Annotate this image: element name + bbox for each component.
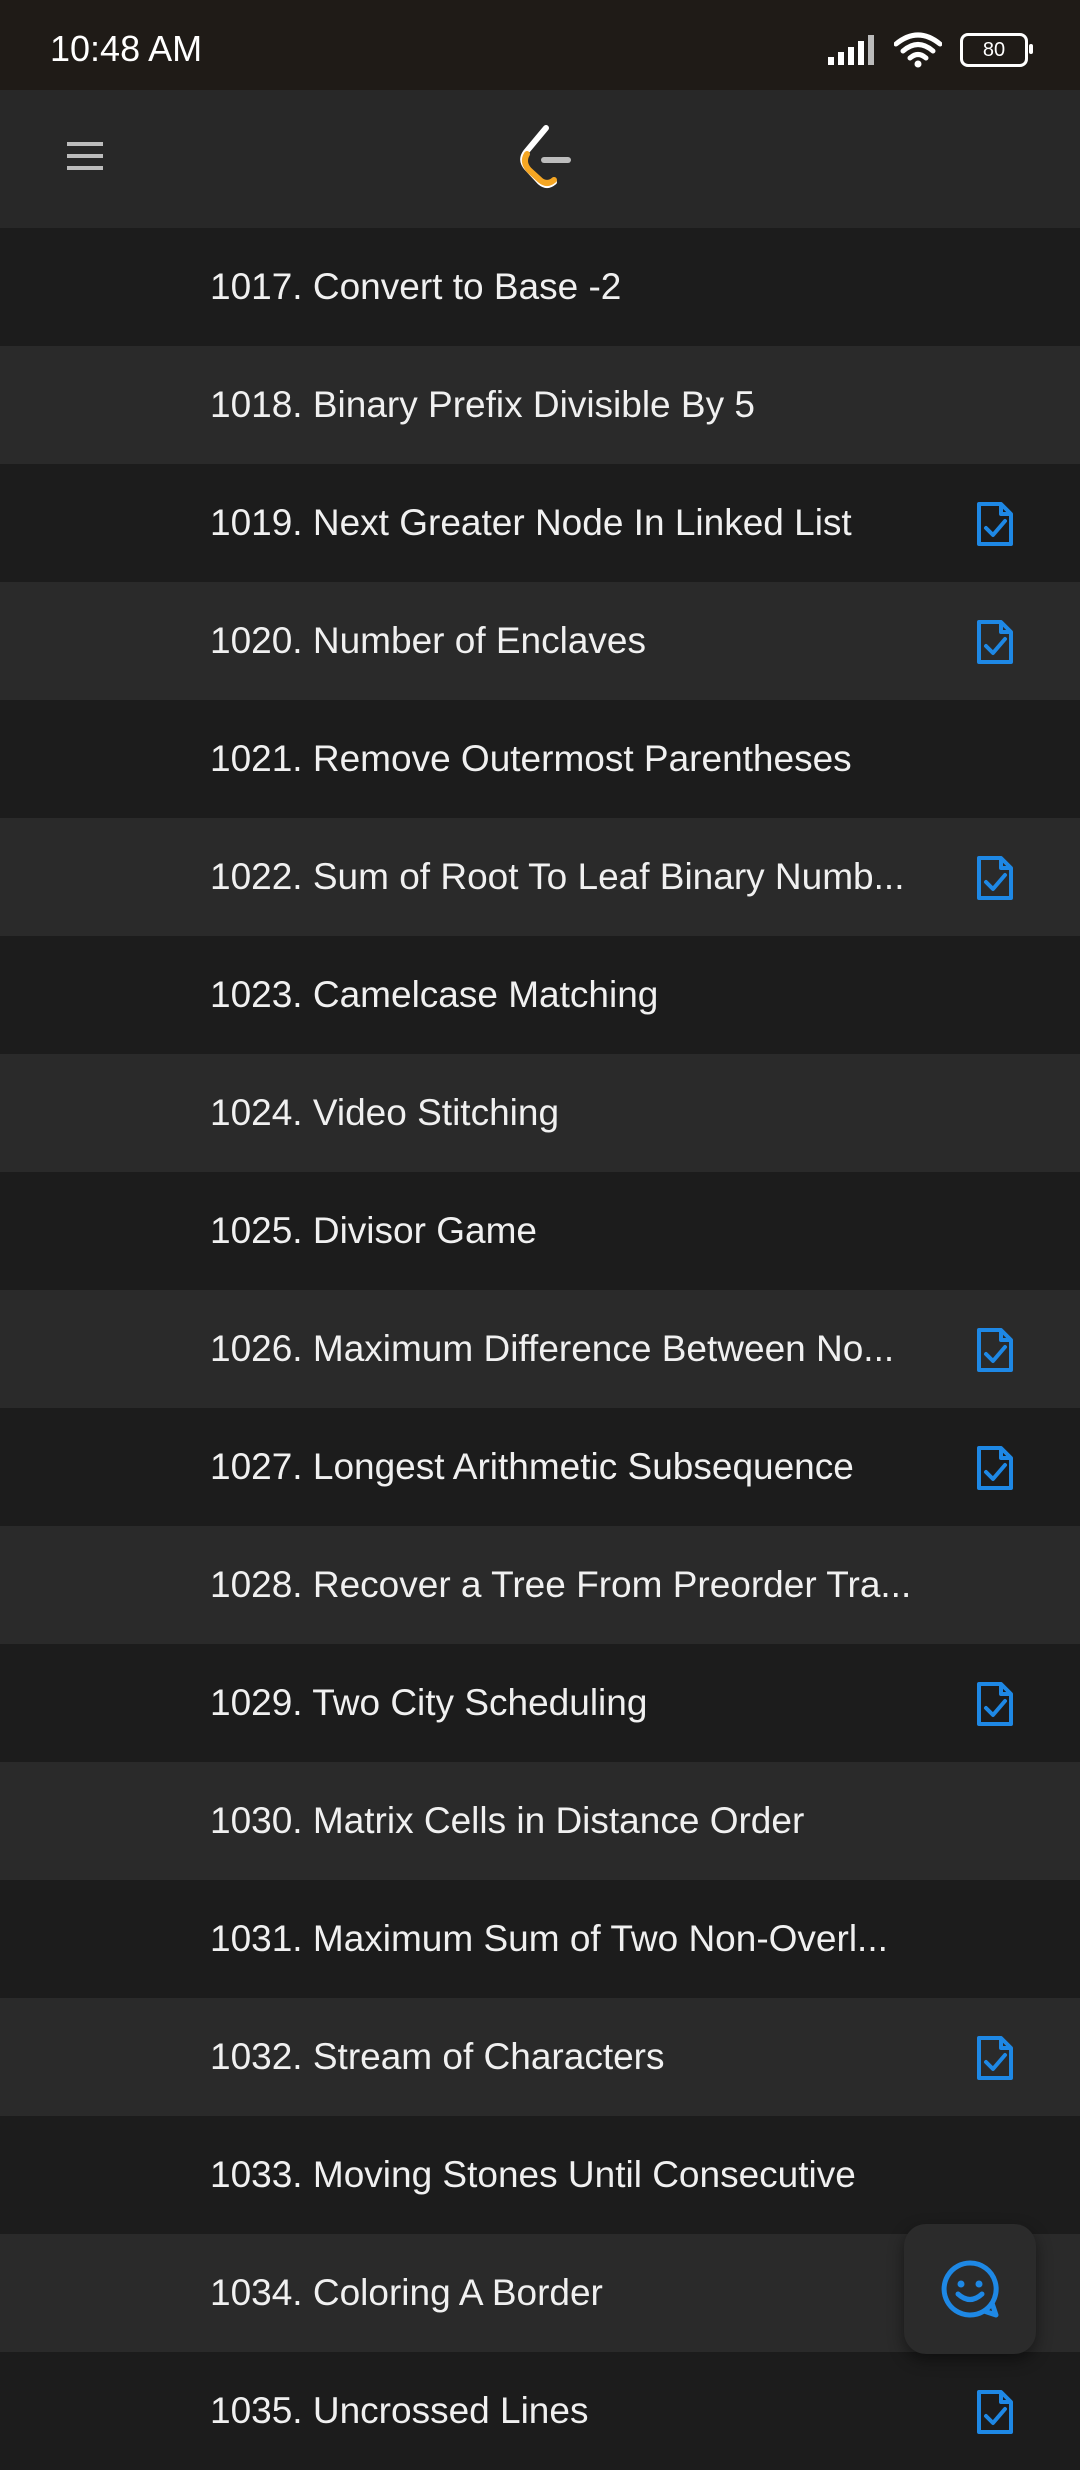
problem-title: 1029. Two City Scheduling [210,1682,648,1723]
feedback-button[interactable] [904,2224,1036,2354]
status-icons: 80 [828,32,1033,68]
problem-row[interactable]: 1017. Convert to Base -2 [0,228,1080,346]
problem-title: 1026. Maximum Difference Between No... [210,1328,895,1369]
problem-title: 1034. Coloring A Border [210,2272,603,2313]
problem-row[interactable]: 1024. Video Stitching [0,1054,1080,1172]
solved-document-check-icon [977,502,1013,546]
hamburger-menu-icon[interactable] [65,136,105,176]
problem-list: 1017. Convert to Base -2 1018. Binary Pre… [0,228,1080,2470]
solved-document-check-icon [977,1446,1013,1490]
problem-title: 1024. Video Stitching [210,1092,560,1133]
problem-title: 1031. Maximum Sum of Two Non-Overl... [210,1918,888,1959]
problem-row[interactable]: 1033. Moving Stones Until Consecutive [0,2116,1080,2234]
problem-row[interactable]: 1018. Binary Prefix Divisible By 5 [0,346,1080,464]
solved-document-check-icon [977,1682,1013,1726]
solved-document-check-icon [977,620,1013,664]
problem-title: 1025. Divisor Game [210,1210,537,1251]
problem-title: 1028. Recover a Tree From Preorder Tra..… [210,1564,912,1605]
problem-row[interactable]: 1020. Number of Enclaves [0,582,1080,700]
solved-document-check-icon [977,2036,1013,2080]
solved-document-check-icon [977,2390,1013,2434]
problem-row[interactable]: 1029. Two City Scheduling [0,1644,1080,1762]
problem-title: 1018. Binary Prefix Divisible By 5 [210,384,755,425]
problem-title: 1022. Sum of Root To Leaf Binary Numb... [210,856,905,897]
problem-title: 1023. Camelcase Matching [210,974,659,1015]
solved-document-check-icon [977,856,1013,900]
status-bar: 10:48 AM 80 [0,0,1080,90]
problem-row[interactable]: 1026. Maximum Difference Between No... [0,1290,1080,1408]
app-bar [0,90,1080,228]
wifi-icon [894,32,942,68]
problem-row[interactable]: 1031. Maximum Sum of Two Non-Overl... [0,1880,1080,1998]
problem-row[interactable]: 1021. Remove Outermost Parentheses [0,700,1080,818]
problem-row[interactable]: 1023. Camelcase Matching [0,936,1080,1054]
problem-title: 1017. Convert to Base -2 [210,266,622,307]
problem-title: 1032. Stream of Characters [210,2036,665,2077]
signal-icon [828,35,874,65]
battery-level: 80 [982,38,1006,61]
problem-row[interactable]: 1019. Next Greater Node In Linked List [0,464,1080,582]
problem-row[interactable]: 1035. Uncrossed Lines [0,2352,1080,2470]
problem-title: 1019. Next Greater Node In Linked List [210,502,852,543]
problem-row[interactable]: 1025. Divisor Game [0,1172,1080,1290]
problem-row[interactable]: 1032. Stream of Characters [0,1998,1080,2116]
problem-row[interactable]: 1030. Matrix Cells in Distance Order [0,1762,1080,1880]
status-time: 10:48 AM [50,28,203,69]
problem-title: 1027. Longest Arithmetic Subsequence [210,1446,854,1487]
problem-row[interactable]: 1022. Sum of Root To Leaf Binary Numb... [0,818,1080,936]
problem-title: 1021. Remove Outermost Parentheses [210,738,852,779]
problem-title: 1030. Matrix Cells in Distance Order [210,1800,805,1841]
problem-title: 1035. Uncrossed Lines [210,2390,589,2431]
battery-icon: 80 [960,33,1033,67]
problem-title: 1020. Number of Enclaves [210,620,647,661]
smiley-chat-icon [941,2260,999,2318]
problem-title: 1033. Moving Stones Until Consecutive [210,2154,856,2195]
problem-row[interactable]: 1028. Recover a Tree From Preorder Tra..… [0,1526,1080,1644]
problem-row[interactable]: 1027. Longest Arithmetic Subsequence [0,1408,1080,1526]
solved-document-check-icon [977,1328,1013,1372]
leetcode-logo-icon[interactable] [518,124,572,190]
